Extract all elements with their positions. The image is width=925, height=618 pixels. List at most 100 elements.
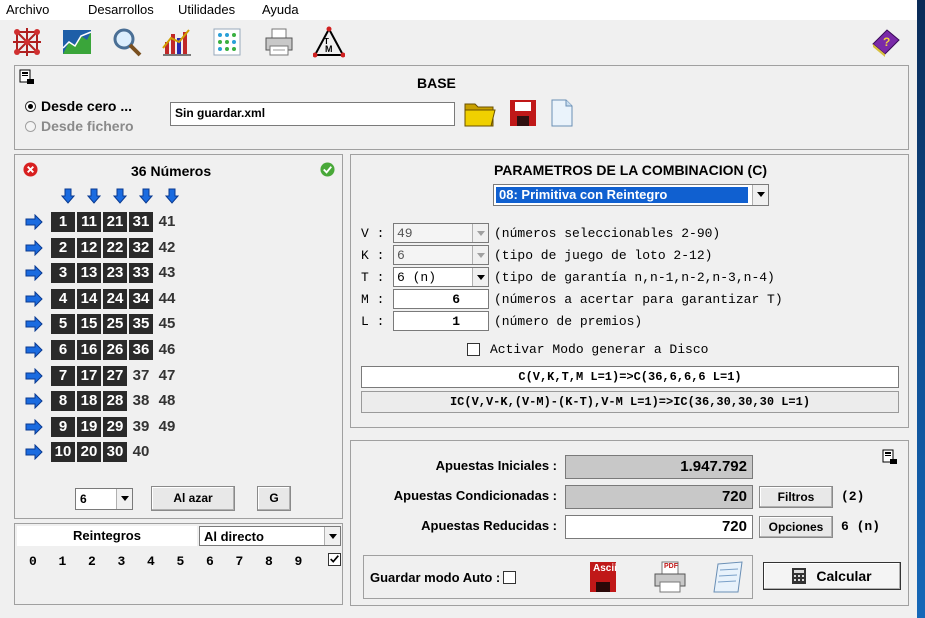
row-arrow-icon[interactable] [25,290,43,308]
open-folder-icon[interactable] [463,98,497,128]
number-cell[interactable]: 3 [51,263,75,283]
number-cell[interactable]: 27 [103,366,127,386]
number-cell[interactable]: 13 [77,263,101,283]
number-cell[interactable]: 38 [129,391,153,411]
number-cell[interactable]: 30 [103,442,127,462]
print-report-icon[interactable] [19,69,35,85]
number-cell[interactable]: 48 [155,391,179,411]
reintegro-digit[interactable]: 1 [59,554,67,569]
number-cell[interactable]: 2 [51,238,75,258]
help-book-icon[interactable]: ? [868,25,902,59]
number-cell[interactable]: 43 [155,263,179,283]
number-cell[interactable]: 29 [103,417,127,437]
number-cell[interactable]: 1 [51,212,75,232]
dots-matrix-icon[interactable] [210,25,244,59]
disk-mode-checkbox[interactable]: Activar Modo generar a Disco [467,342,708,357]
magnifier-icon[interactable] [110,25,144,59]
number-cell[interactable]: 11 [77,212,101,232]
column-arrow-icon[interactable] [138,188,154,204]
param-field[interactable]: 6 [393,289,489,309]
reintegros-mode-select[interactable]: Al directo [199,526,341,546]
number-cell[interactable]: 37 [129,366,153,386]
number-cell[interactable]: 22 [103,238,127,258]
number-cell[interactable]: 32 [129,238,153,258]
number-cell[interactable]: 49 [155,417,179,437]
number-cell[interactable]: 33 [129,263,153,283]
filtros-button[interactable]: Filtros [759,486,833,508]
menu-desarrollos[interactable]: Desarrollos [88,2,154,17]
number-cell[interactable]: 4 [51,289,75,309]
number-cell[interactable]: 16 [77,340,101,360]
reintegro-digit[interactable]: 8 [265,554,273,569]
game-select[interactable]: 08: Primitiva con Reintegro [493,184,769,206]
tm-triangle-icon[interactable]: TM [312,25,346,59]
radio-desde-fichero[interactable]: Desde fichero [25,118,134,134]
number-cell[interactable]: 15 [77,314,101,334]
printer-icon[interactable] [262,25,296,59]
filename-field[interactable]: Sin guardar.xml [170,102,455,126]
confirm-icon[interactable] [320,162,335,177]
row-arrow-icon[interactable] [25,213,43,231]
print-report-icon[interactable] [882,449,898,465]
menu-archivo[interactable]: Archivo [6,2,49,17]
save-disk-icon[interactable] [509,99,537,127]
calcular-button[interactable]: Calcular [763,562,901,590]
clear-icon[interactable] [23,162,38,177]
number-cell[interactable]: 28 [103,391,127,411]
reintegro-digit[interactable]: 2 [88,554,96,569]
number-cell[interactable]: 5 [51,314,75,334]
number-cell[interactable]: 36 [129,340,153,360]
al-azar-button[interactable]: Al azar [151,486,235,511]
guardar-auto-checkbox[interactable]: Guardar modo Auto : [370,570,517,585]
number-cell[interactable]: 25 [103,314,127,334]
number-cell[interactable]: 8 [51,391,75,411]
param-field[interactable]: 49 [393,223,489,243]
number-cell[interactable]: 34 [129,289,153,309]
reintegro-digit[interactable]: 3 [118,554,126,569]
row-arrow-icon[interactable] [25,264,43,282]
number-cell[interactable]: 6 [51,340,75,360]
row-arrow-icon[interactable] [25,341,43,359]
count-select[interactable]: 6 [75,488,133,510]
new-file-icon[interactable] [549,99,575,127]
chart-icon[interactable] [60,25,94,59]
number-cell[interactable]: 41 [155,212,179,232]
reintegro-digit[interactable]: 0 [29,554,37,569]
param-field[interactable]: 6 (n) [393,267,489,287]
number-cell[interactable]: 21 [103,212,127,232]
number-cell[interactable]: 10 [51,442,75,462]
number-cell[interactable]: 9 [51,417,75,437]
reintegro-digit[interactable]: 9 [295,554,303,569]
number-cell[interactable]: 42 [155,238,179,258]
number-cell[interactable]: 39 [129,417,153,437]
column-arrow-icon[interactable] [86,188,102,204]
reintegro-digit[interactable]: 6 [206,554,214,569]
column-arrow-icon[interactable] [112,188,128,204]
column-arrow-icon[interactable] [164,188,180,204]
number-cell[interactable]: 24 [103,289,127,309]
number-cell[interactable]: 18 [77,391,101,411]
number-cell[interactable]: 12 [77,238,101,258]
network-icon[interactable] [10,25,44,59]
g-button[interactable]: G [257,486,291,511]
number-cell[interactable]: 35 [129,314,153,334]
number-cell[interactable]: 19 [77,417,101,437]
number-cell[interactable]: 23 [103,263,127,283]
row-arrow-icon[interactable] [25,392,43,410]
radio-desde-cero[interactable]: Desde cero ... [25,98,132,114]
opciones-button[interactable]: Opciones [759,516,833,538]
number-cell[interactable]: 7 [51,366,75,386]
number-cell[interactable]: 45 [155,314,179,334]
number-cell[interactable]: 31 [129,212,153,232]
menu-utilidades[interactable]: Utilidades [178,2,235,17]
number-cell[interactable]: 44 [155,289,179,309]
number-cell[interactable]: 40 [129,442,153,462]
menu-ayuda[interactable]: Ayuda [262,2,299,17]
number-cell[interactable]: 46 [155,340,179,360]
column-arrow-icon[interactable] [60,188,76,204]
pdf-print-icon[interactable]: PDF [652,560,688,594]
number-cell[interactable]: 20 [77,442,101,462]
reintegro-digit[interactable]: 7 [236,554,244,569]
number-cell[interactable]: 17 [77,366,101,386]
bar-chart-icon[interactable] [160,25,194,59]
